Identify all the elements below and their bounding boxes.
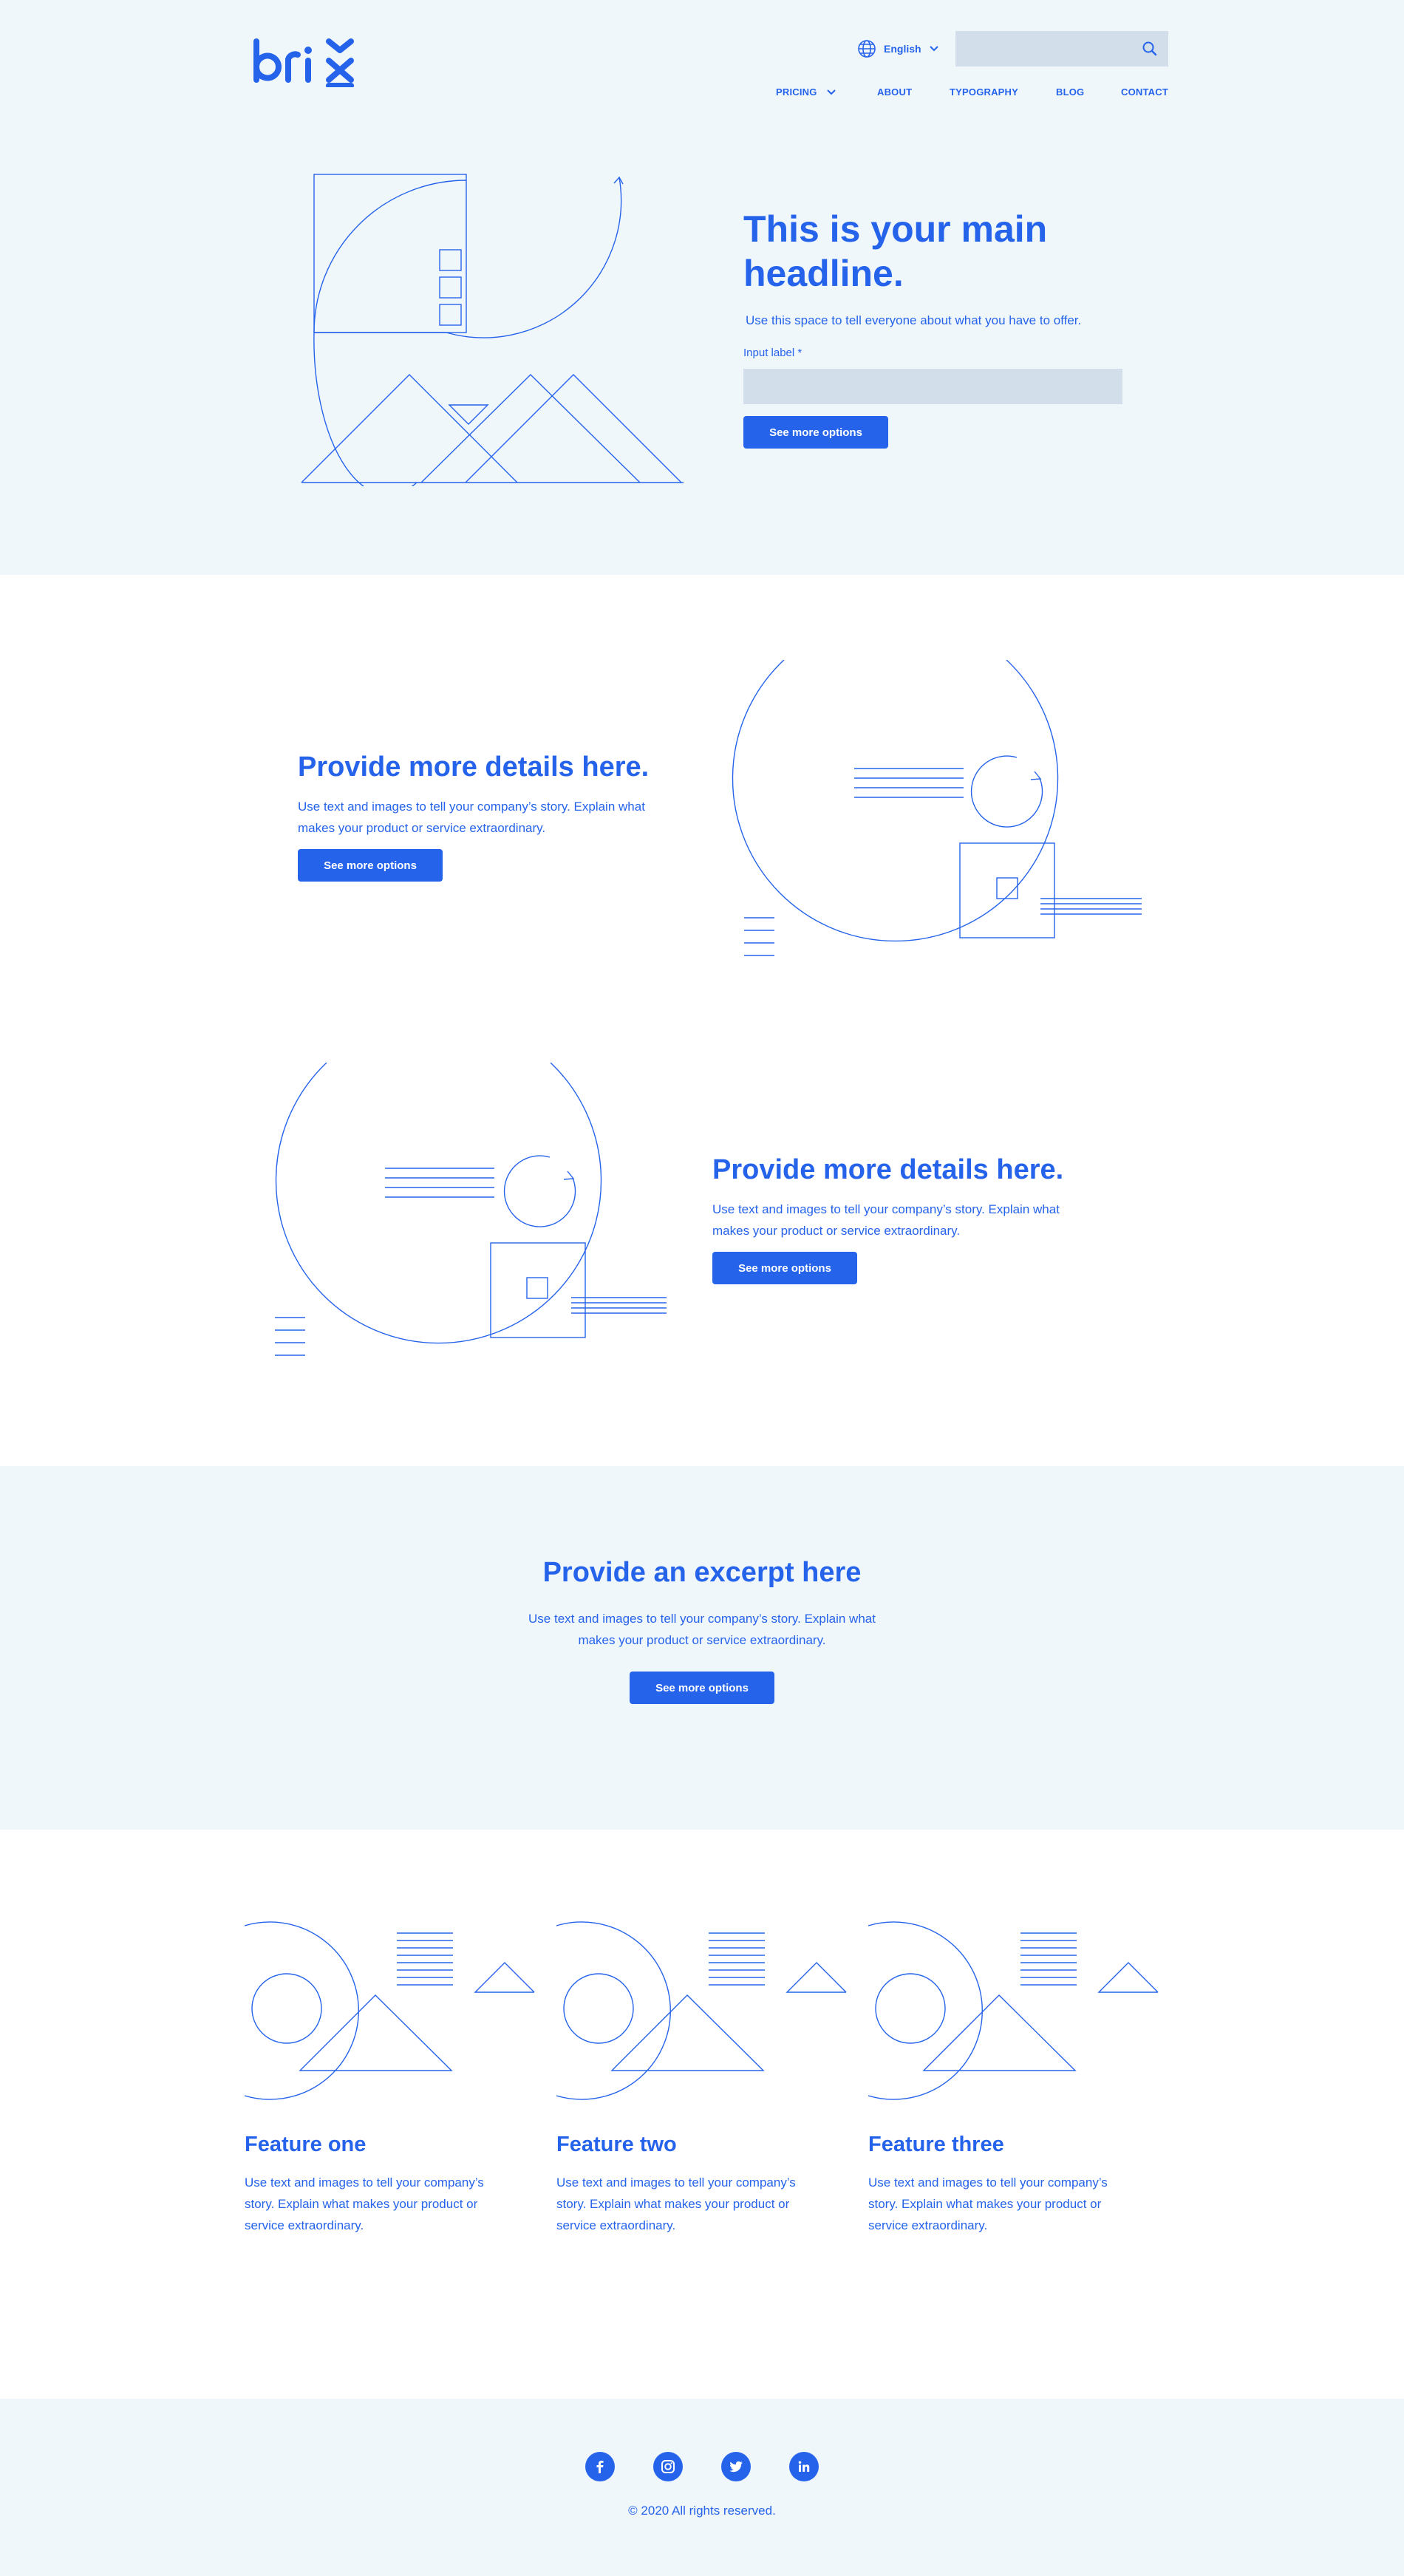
detail-row-2: Provide more details here. Use text and … [712, 1153, 1082, 1284]
search-input[interactable] [955, 31, 1168, 67]
nav-about[interactable]: ABOUT [877, 86, 912, 98]
detail-1-body: Use text and images to tell your company… [298, 800, 645, 835]
nav-contact[interactable]: CONTACT [1121, 86, 1168, 98]
detail-2-body: Use text and images to tell your company… [712, 1202, 1060, 1238]
detail-2-illustration [262, 1063, 676, 1366]
copyright-text: © 2020 All rights reserved. [628, 2504, 776, 2518]
input-label: Input label * [743, 347, 802, 359]
feature-3-title: Feature three [868, 2133, 1004, 2156]
feature-card-2: Feature two Use text and images to tell … [556, 1918, 852, 2236]
brix-logo-mark [253, 38, 354, 87]
feature-1-body: Use text and images to tell your company… [245, 2175, 484, 2232]
excerpt-body: Use text and images to tell your company… [528, 1612, 876, 1647]
search-box [955, 31, 1168, 67]
feature-3-body: Use text and images to tell your company… [868, 2175, 1108, 2232]
nav-pricing[interactable]: PRICING [776, 86, 836, 98]
main-nav: PRICING ABOUT TYPOGRAPHY BLOG CONTACT [776, 86, 1168, 101]
excerpt-see-more-button[interactable]: See more options [630, 1672, 774, 1704]
feature-2-body: Use text and images to tell your company… [556, 2175, 796, 2232]
footer: © 2020 All rights reserved. [0, 2399, 1404, 2576]
nav-typography[interactable]: TYPOGRAPHY [950, 86, 1018, 98]
features-section: Feature one Use text and images to tell … [0, 1830, 1404, 2399]
feature-card-1: Feature one Use text and images to tell … [245, 1918, 540, 2236]
brix-logo[interactable] [252, 38, 358, 87]
search-icon[interactable] [1142, 41, 1158, 57]
detail-row-1: Provide more details here. Use text and … [298, 750, 667, 882]
facebook-icon[interactable] [585, 2452, 615, 2481]
nav-blog[interactable]: BLOG [1056, 86, 1084, 98]
detail-1-title: Provide more details here. [298, 752, 650, 783]
feature-1-title: Feature one [245, 2133, 367, 2156]
detail-1-illustration [732, 660, 1145, 963]
feature-3-illustration [868, 1918, 1164, 2103]
twitter-icon[interactable] [721, 2452, 751, 2481]
excerpt-title: Provide an excerpt here [542, 1557, 862, 1588]
hero-headline: This is your main headline. [743, 208, 1048, 294]
hero-illustration [296, 168, 695, 486]
hero-content: This is your main headline. Use this spa… [743, 207, 1128, 449]
hero-see-more-button[interactable]: See more options [743, 416, 888, 449]
language-label: English [884, 43, 921, 55]
feature-2-title: Feature two [556, 2133, 677, 2156]
hero-input-field[interactable] [743, 369, 1122, 404]
detail-2-title: Provide more details here. [712, 1154, 1064, 1185]
linkedin-icon[interactable] [789, 2452, 819, 2481]
detail-1-see-more-button[interactable]: See more options [298, 849, 443, 882]
hero-section: English PRICING ABOUT TYPOGRAPHY BLOG CO… [0, 0, 1404, 575]
feature-card-3: Feature three Use text and images to tel… [868, 1918, 1164, 2236]
language-selector[interactable]: English [857, 38, 939, 59]
feature-2-illustration [556, 1918, 852, 2103]
nav-pricing-label: PRICING [776, 86, 817, 98]
hero-subtitle: Use this space to tell everyone about wh… [746, 313, 1082, 327]
excerpt-section: Provide an excerpt here Use text and ima… [0, 1466, 1404, 1830]
feature-1-illustration [245, 1918, 540, 2103]
detail-2-see-more-button[interactable]: See more options [712, 1252, 857, 1284]
chevron-down-icon [929, 45, 939, 52]
details-section: Provide more details here. Use text and … [0, 575, 1404, 1466]
globe-icon [857, 39, 876, 58]
chevron-down-icon [826, 89, 836, 96]
social-links [0, 2452, 1404, 2481]
instagram-icon[interactable] [653, 2452, 683, 2481]
